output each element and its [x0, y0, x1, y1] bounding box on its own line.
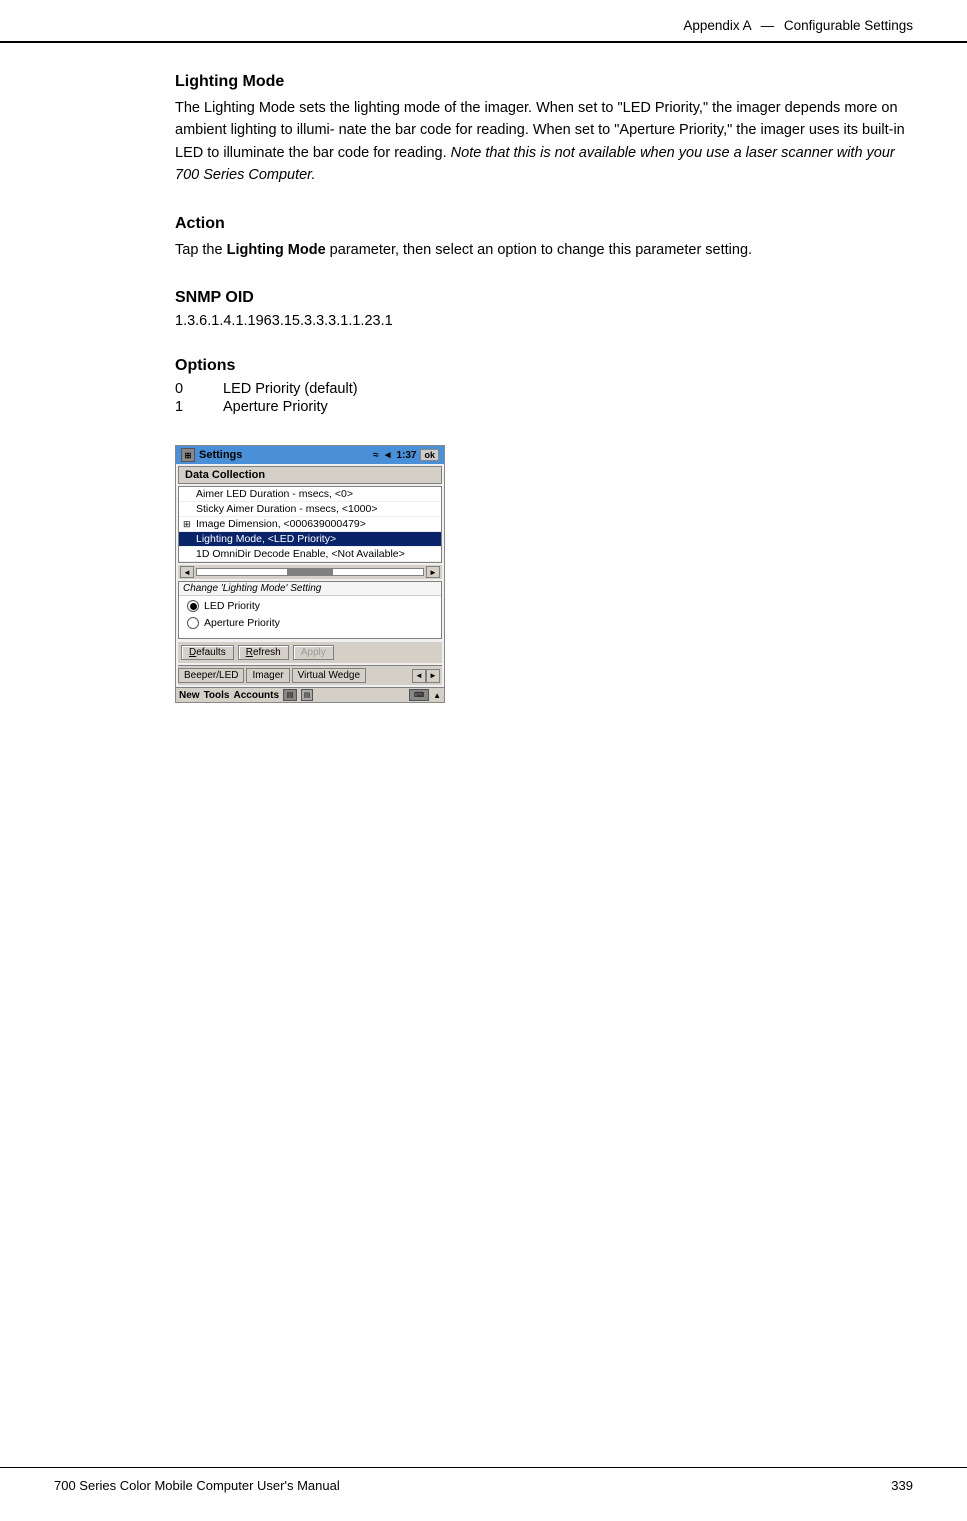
- option-label-1: Aperture Priority: [223, 399, 328, 415]
- list-item-text-0: Aimer LED Duration - msecs, <0>: [196, 488, 353, 500]
- scroll-left-arrow[interactable]: ◄: [180, 566, 194, 578]
- option-num-1: 1: [175, 399, 203, 415]
- app-name: Settings: [199, 449, 242, 461]
- defaults-rest: efaults: [196, 647, 225, 658]
- change-setting-box: Change 'Lighting Mode' Setting LED Prior…: [178, 581, 442, 639]
- action-title: Action: [175, 215, 913, 233]
- snmp-value: 1.3.6.1.4.1.1963.15.3.3.3.1.1.23.1: [175, 313, 913, 329]
- windows-icon: ⊞: [181, 448, 195, 462]
- action-bold-word: Lighting Mode: [227, 242, 326, 258]
- footer-right: 339: [891, 1478, 913, 1493]
- taskbar: New Tools Accounts ▤ ▤ ⌨ ▲: [176, 687, 444, 702]
- section-snmp: SNMP OID 1.3.6.1.4.1.1963.15.3.3.3.1.1.2…: [175, 289, 913, 329]
- option-row-0: 0 LED Priority (default): [175, 381, 913, 397]
- list-item-1[interactable]: Sticky Aimer Duration - msecs, <1000>: [179, 502, 441, 517]
- refresh-underline: R: [246, 647, 253, 658]
- scroll-right-arrow[interactable]: ►: [426, 566, 440, 578]
- ok-button[interactable]: ok: [420, 449, 439, 461]
- taskbar-new[interactable]: New: [179, 690, 200, 701]
- radio-led-label: LED Priority: [204, 600, 260, 612]
- page-header: Appendix A — Configurable Settings: [0, 0, 967, 43]
- radio-led-circle[interactable]: [187, 600, 199, 612]
- tab-imager[interactable]: Imager: [246, 668, 289, 683]
- change-setting-title: Change 'Lighting Mode' Setting: [179, 582, 441, 596]
- tab-beeper-led[interactable]: Beeper/LED: [178, 668, 244, 683]
- scroll-thumb: [287, 569, 332, 575]
- footer-left: 700 Series Color Mobile Computer User's …: [54, 1478, 340, 1493]
- section-lighting-mode: Lighting Mode The Lighting Mode sets the…: [175, 73, 913, 187]
- section-action: Action Tap the Lighting Mode parameter, …: [175, 215, 913, 261]
- tab-virtual-wedge[interactable]: Virtual Wedge: [292, 668, 366, 683]
- taskbar-keyboard[interactable]: ⌨: [409, 689, 429, 701]
- lighting-mode-title: Lighting Mode: [175, 73, 913, 91]
- radio-option-aperture[interactable]: Aperture Priority: [187, 617, 433, 629]
- tab-virtual-wedge-label: Virtual Wedge: [298, 670, 360, 681]
- data-collection-label: Data Collection: [185, 469, 265, 481]
- radio-aperture-circle[interactable]: [187, 617, 199, 629]
- list-item-0[interactable]: Aimer LED Duration - msecs, <0>: [179, 487, 441, 502]
- list-item-2[interactable]: ⊞ Image Dimension, <000639000479>: [179, 517, 441, 532]
- radio-option-led[interactable]: LED Priority: [187, 600, 433, 612]
- main-content: Lighting Mode The Lighting Mode sets the…: [0, 43, 967, 783]
- taskbar-icon-2[interactable]: ▤: [301, 689, 313, 701]
- taskbar-arrow-up: ▲: [433, 691, 441, 700]
- list-item-text-4: 1D OmniDir Decode Enable, <Not Available…: [196, 548, 405, 560]
- list-item-4[interactable]: 1D OmniDir Decode Enable, <Not Available…: [179, 547, 441, 562]
- buttons-row: Defaults Refresh Apply: [178, 642, 442, 663]
- volume-icon: ◄: [383, 450, 393, 461]
- header-emdash: —: [761, 18, 775, 33]
- device-titlebar: ⊞ Settings ≈ ◄ 1:37 ok: [176, 446, 444, 464]
- section-options: Options 0 LED Priority (default) 1 Apert…: [175, 357, 913, 415]
- list-scroll: ◄ ►: [178, 565, 442, 579]
- options-list: 0 LED Priority (default) 1 Aperture Prio…: [175, 381, 913, 415]
- list-area: Aimer LED Duration - msecs, <0> Sticky A…: [178, 486, 442, 563]
- option-label-0: LED Priority (default): [223, 381, 358, 397]
- scroll-track: [196, 568, 424, 576]
- list-item-text-1: Sticky Aimer Duration - msecs, <1000>: [196, 503, 378, 515]
- action-body: Tap the Lighting Mode parameter, then se…: [175, 239, 913, 261]
- data-collection-bar: Data Collection: [178, 466, 442, 484]
- refresh-rest: efresh: [253, 647, 281, 658]
- defaults-button[interactable]: Defaults: [181, 645, 234, 660]
- header-appendix: Appendix A: [683, 18, 751, 33]
- taskbar-accounts[interactable]: Accounts: [234, 690, 280, 701]
- radio-aperture-label: Aperture Priority: [204, 617, 280, 629]
- refresh-button[interactable]: Refresh: [238, 645, 289, 660]
- snmp-title: SNMP OID: [175, 289, 913, 307]
- titlebar-left: ⊞ Settings: [181, 448, 242, 462]
- tab-bar: Beeper/LED Imager Virtual Wedge ◄ ►: [178, 665, 442, 685]
- signal-icon: ≈: [373, 450, 379, 461]
- taskbar-tools[interactable]: Tools: [204, 690, 230, 701]
- option-num-0: 0: [175, 381, 203, 397]
- options-title: Options: [175, 357, 913, 375]
- titlebar-right: ≈ ◄ 1:37 ok: [373, 449, 439, 461]
- tab-imager-label: Imager: [252, 670, 283, 681]
- tab-nav-left[interactable]: ◄: [412, 669, 426, 683]
- lighting-mode-body: The Lighting Mode sets the lighting mode…: [175, 97, 913, 187]
- header-chapter: Configurable Settings: [784, 18, 913, 33]
- radio-group: LED Priority Aperture Priority: [179, 596, 441, 638]
- taskbar-icon-1[interactable]: ▤: [283, 689, 297, 701]
- device-screenshot: ⊞ Settings ≈ ◄ 1:37 ok Data Collection A…: [175, 445, 445, 703]
- apply-button[interactable]: Apply: [293, 645, 334, 660]
- list-item-3[interactable]: Lighting Mode, <LED Priority>: [179, 532, 441, 547]
- apply-label: Apply: [301, 647, 326, 658]
- tab-beeper-led-label: Beeper/LED: [184, 670, 238, 681]
- list-item-text-2: Image Dimension, <000639000479>: [196, 518, 366, 530]
- option-row-1: 1 Aperture Priority: [175, 399, 913, 415]
- list-item-text-3: Lighting Mode, <LED Priority>: [196, 533, 336, 545]
- expand-icon-2: ⊞: [183, 519, 193, 530]
- tab-nav-right[interactable]: ►: [426, 669, 440, 683]
- time-display: 1:37: [396, 450, 416, 461]
- tab-nav-arrows: ◄ ►: [412, 669, 440, 683]
- page-footer: 700 Series Color Mobile Computer User's …: [0, 1467, 967, 1493]
